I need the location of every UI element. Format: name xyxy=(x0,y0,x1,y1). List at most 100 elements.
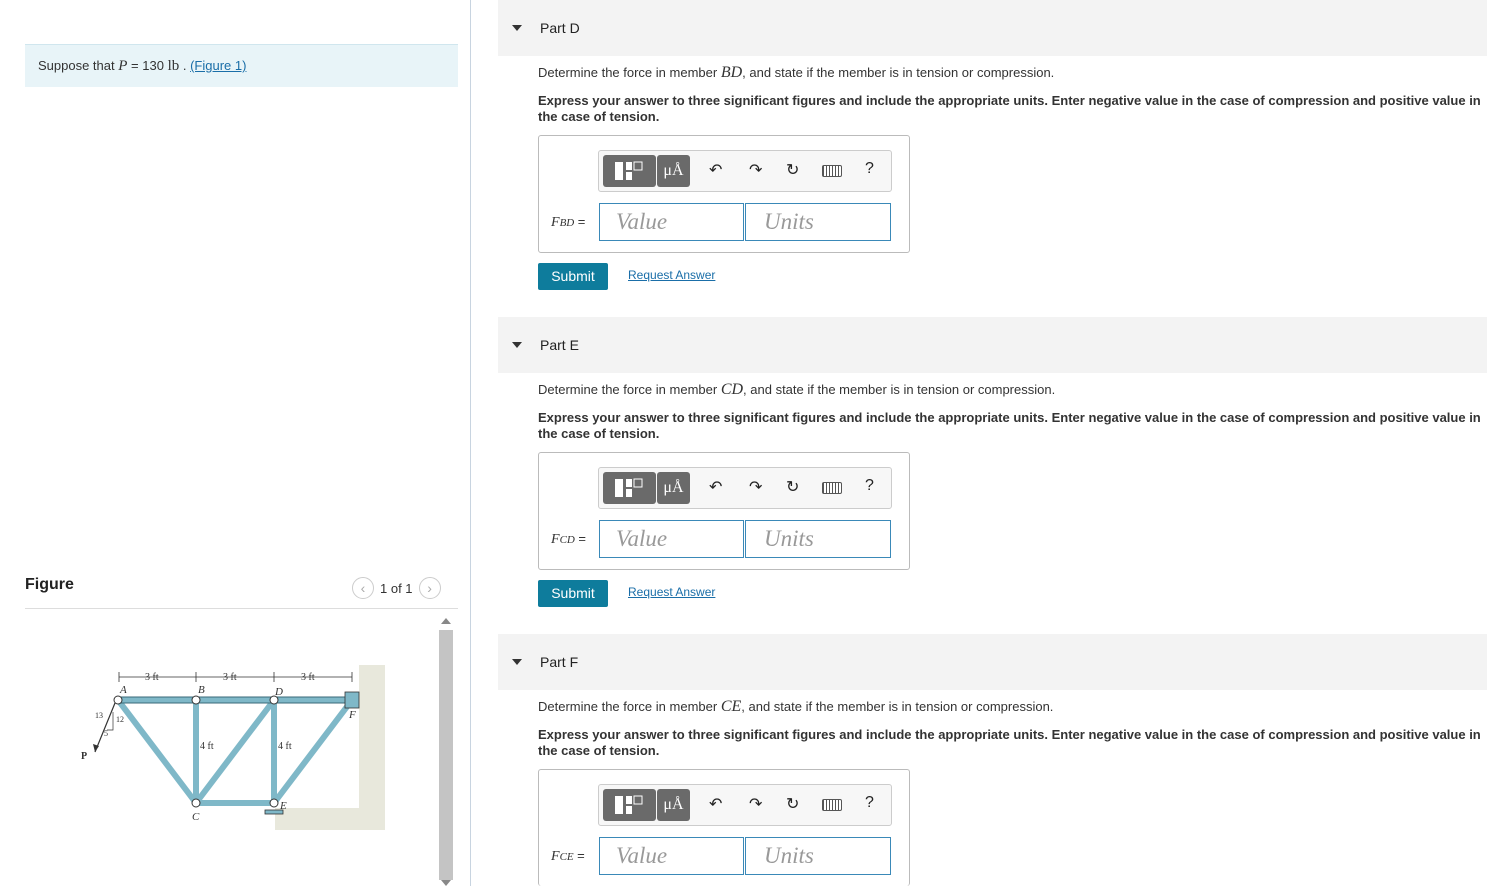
height-label-2: 4 ft xyxy=(278,741,292,752)
problem-equals: = 130 xyxy=(131,58,164,73)
question-pre: Determine the force in member xyxy=(538,699,718,714)
part-f: Part F Determine the force in member CE,… xyxy=(498,634,1487,886)
part-e: Part E Determine the force in member CD,… xyxy=(498,317,1487,634)
member-name: BD xyxy=(720,64,743,81)
part-d-header[interactable]: Part D xyxy=(498,0,1487,56)
dim-label-3: 3 ft xyxy=(301,672,315,683)
dim-label-2: 3 ft xyxy=(223,672,237,683)
label-var: F xyxy=(551,215,560,230)
redo-icon[interactable]: ↷ xyxy=(749,477,762,497)
problem-statement: Suppose that P = 130 lb . (Figure 1) xyxy=(25,44,458,87)
joint-F: F xyxy=(348,709,356,721)
label-sub: BD xyxy=(559,217,575,229)
question-post: , and state if the member is in tension … xyxy=(743,382,1056,397)
problem-var: P xyxy=(118,58,128,74)
dim-label-1: 3 ft xyxy=(145,672,159,683)
units-icon[interactable]: μÅ xyxy=(657,789,690,821)
part-title: Part E xyxy=(540,337,579,353)
figure-title: Figure xyxy=(25,576,74,593)
figure-link[interactable]: (Figure 1) xyxy=(190,58,246,73)
problem-prefix: Suppose that xyxy=(38,58,115,73)
math-toolbar: μÅ ↶ ↷ ↻ ? xyxy=(598,784,892,826)
question-text: Determine the force in member CE, and st… xyxy=(538,698,1053,716)
keyboard-icon[interactable] xyxy=(822,164,842,182)
question-pre: Determine the force in member xyxy=(538,65,718,80)
math-toolbar: μÅ ↶ ↷ ↻ ? xyxy=(598,150,892,192)
instruction-text: Express your answer to three significant… xyxy=(538,93,1481,124)
question-post: , and state if the member is in tension … xyxy=(742,65,1055,80)
units-input[interactable]: Units xyxy=(745,837,891,875)
figure-scrollbar[interactable] xyxy=(437,614,455,886)
help-icon[interactable]: ? xyxy=(865,477,874,495)
redo-icon[interactable]: ↷ xyxy=(749,794,762,814)
units-icon[interactable]: μÅ xyxy=(657,155,690,187)
load-P: P xyxy=(81,751,87,762)
math-toolbar: μÅ ↶ ↷ ↻ ? xyxy=(598,467,892,509)
request-answer-link[interactable]: Request Answer xyxy=(628,585,715,599)
scroll-thumb[interactable] xyxy=(439,630,453,880)
answer-box: μÅ ↶ ↷ ↻ ? FCE = Value Units xyxy=(538,769,910,886)
pager-text: 1 of 1 xyxy=(380,580,413,596)
chevron-right-icon[interactable]: › xyxy=(418,577,441,599)
keyboard-icon[interactable] xyxy=(822,481,842,499)
caret-down-icon xyxy=(512,659,522,665)
instruction-text: Express your answer to three significant… xyxy=(538,410,1481,441)
left-panel: Suppose that P = 130 lb . (Figure 1) Fig… xyxy=(0,0,470,886)
undo-icon[interactable]: ↶ xyxy=(709,477,722,497)
label-eq: = xyxy=(577,214,586,229)
request-answer-link[interactable]: Request Answer xyxy=(628,268,715,282)
question-post: , and state if the member is in tension … xyxy=(741,699,1054,714)
reset-icon[interactable]: ↻ xyxy=(786,794,799,814)
figure-divider xyxy=(25,608,458,609)
value-input[interactable]: Value xyxy=(599,520,744,558)
scroll-down-icon[interactable] xyxy=(441,880,451,886)
height-label-1: 4 ft xyxy=(200,741,214,752)
templates-icon[interactable] xyxy=(603,789,656,821)
units-input[interactable]: Units xyxy=(745,520,891,558)
answer-box: μÅ ↶ ↷ ↻ ? FCD = Value Units xyxy=(538,452,910,570)
panel-divider xyxy=(470,0,471,886)
keyboard-icon[interactable] xyxy=(822,798,842,816)
part-title: Part D xyxy=(540,20,580,36)
help-icon[interactable]: ? xyxy=(865,160,874,178)
slope-13: 13 xyxy=(95,711,103,720)
reset-icon[interactable]: ↻ xyxy=(786,160,799,180)
value-input[interactable]: Value xyxy=(599,203,744,241)
member-name: CD xyxy=(720,381,744,398)
help-icon[interactable]: ? xyxy=(865,794,874,812)
joint-C: C xyxy=(192,811,200,823)
units-icon[interactable]: μÅ xyxy=(657,472,690,504)
part-f-header[interactable]: Part F xyxy=(498,634,1487,690)
truss-members xyxy=(115,697,355,806)
caret-down-icon xyxy=(512,342,522,348)
question-text: Determine the force in member CD, and st… xyxy=(538,381,1055,399)
answer-label: FCD = xyxy=(551,531,586,548)
undo-icon[interactable]: ↶ xyxy=(709,160,722,180)
joint-A: A xyxy=(119,684,127,696)
chevron-left-icon[interactable]: ‹ xyxy=(352,577,374,599)
question-text: Determine the force in member BD, and st… xyxy=(538,64,1054,82)
reset-icon[interactable]: ↻ xyxy=(786,477,799,497)
joint-D: D xyxy=(274,686,283,698)
label-var: F xyxy=(551,532,560,547)
scroll-up-icon[interactable] xyxy=(441,618,451,624)
slope-12: 12 xyxy=(116,715,124,724)
part-d: Part D Determine the force in member BD,… xyxy=(498,0,1487,320)
redo-icon[interactable]: ↷ xyxy=(749,160,762,180)
templates-icon[interactable] xyxy=(603,472,656,504)
part-e-header[interactable]: Part E xyxy=(498,317,1487,373)
submit-button[interactable]: Submit xyxy=(538,263,608,290)
label-var: F xyxy=(551,849,560,864)
figure-pager: ‹ 1 of 1 › xyxy=(352,577,441,599)
answer-label: FCE = xyxy=(551,848,585,865)
question-pre: Determine the force in member xyxy=(538,382,718,397)
units-input[interactable]: Units xyxy=(745,203,891,241)
label-eq: = xyxy=(578,531,586,546)
undo-icon[interactable]: ↶ xyxy=(709,794,722,814)
templates-icon[interactable] xyxy=(603,155,656,187)
joint-B: B xyxy=(198,684,205,696)
truss-figure: 3 ft 3 ft 3 ft A B D F C E 4 ft 4 ft 13 … xyxy=(81,665,385,830)
value-input[interactable]: Value xyxy=(599,837,744,875)
submit-button[interactable]: Submit xyxy=(538,580,608,607)
problem-unit: lb xyxy=(167,58,180,74)
